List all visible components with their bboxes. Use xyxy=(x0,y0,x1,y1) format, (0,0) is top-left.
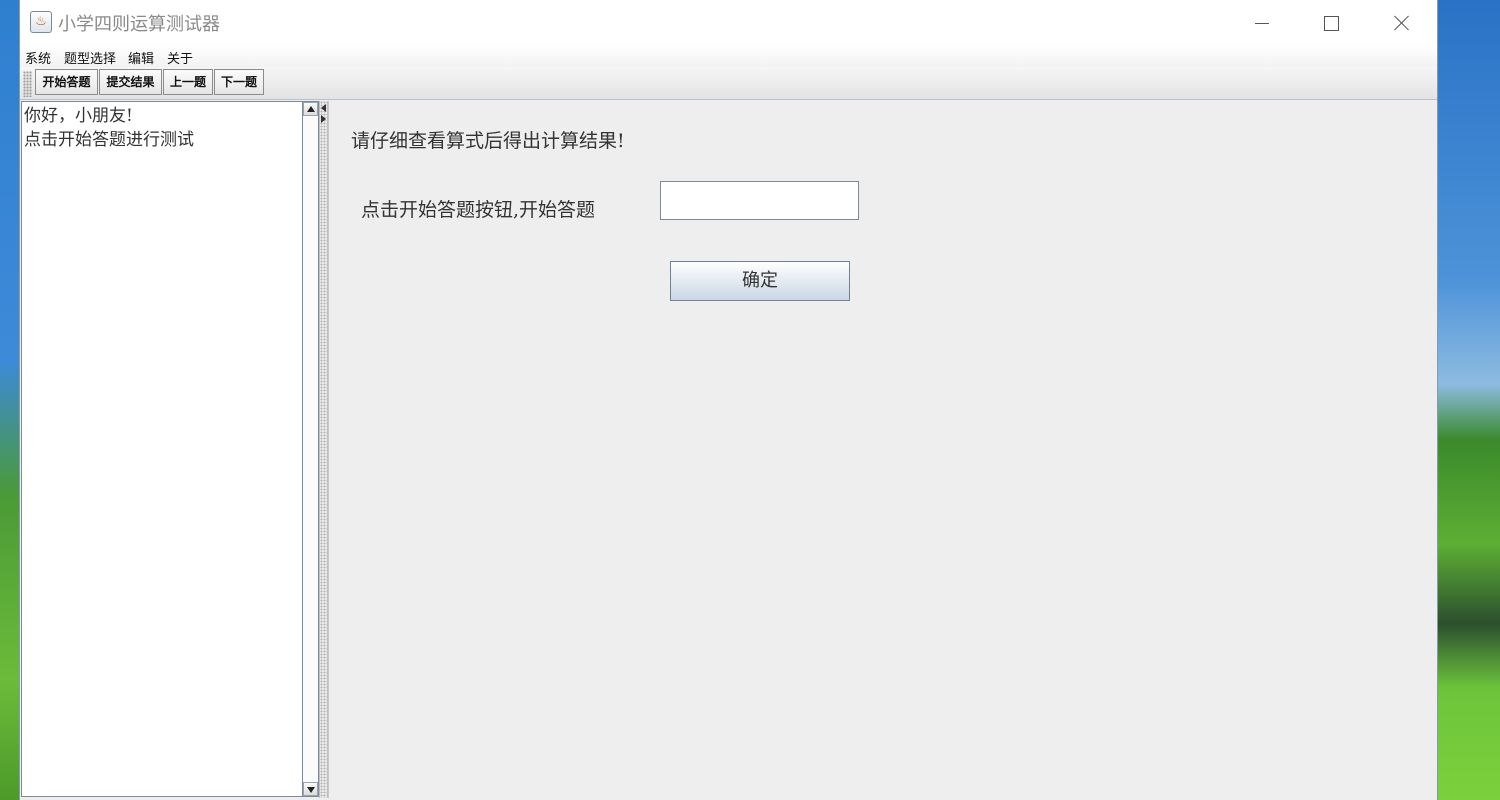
answer-input[interactable] xyxy=(660,181,859,220)
app-window: ♨ 小学四则运算测试器 系统 题型选择 编辑 关于 开始答题 提交结果 上一题 … xyxy=(20,0,1437,800)
toolbar-grip[interactable] xyxy=(23,71,32,97)
desktop-background-right xyxy=(1437,0,1500,800)
start-answer-button[interactable]: 开始答题 xyxy=(35,69,98,95)
collapse-right-icon[interactable] xyxy=(321,115,326,123)
confirm-button[interactable]: 确定 xyxy=(670,261,850,301)
maximize-icon xyxy=(1323,15,1339,31)
next-question-button[interactable]: 下一题 xyxy=(214,69,264,95)
window-title: 小学四则运算测试器 xyxy=(58,14,220,35)
menu-edit[interactable]: 编辑 xyxy=(128,48,154,67)
minimize-button[interactable] xyxy=(1239,0,1285,45)
close-icon xyxy=(1394,15,1410,31)
instruction-heading: 请仔细查看算式后得出计算结果! xyxy=(351,130,625,152)
java-cup-icon: ♨ xyxy=(30,11,52,33)
collapse-left-icon[interactable] xyxy=(321,104,326,112)
close-button[interactable] xyxy=(1379,0,1425,45)
scroll-track[interactable] xyxy=(303,116,318,782)
question-prompt: 点击开始答题按钮,开始答题 xyxy=(361,199,596,221)
scroll-down-button[interactable] xyxy=(303,782,318,796)
submit-result-button[interactable]: 提交结果 xyxy=(99,69,162,95)
title-bar[interactable]: ♨ 小学四则运算测试器 xyxy=(20,0,1437,45)
split-pane-divider[interactable] xyxy=(319,101,328,798)
menu-system[interactable]: 系统 xyxy=(25,48,51,67)
message-lines: 你好，小朋友! 点击开始答题进行测试 xyxy=(24,104,194,152)
question-panel: 请仔细查看算式后得出计算结果! 点击开始答题按钮,开始答题 确定 xyxy=(328,101,1437,798)
arrow-up-icon xyxy=(307,106,315,112)
toolbar: 开始答题 提交结果 上一题 下一题 xyxy=(20,67,1437,100)
previous-question-button[interactable]: 上一题 xyxy=(163,69,213,95)
greeting-line: 你好，小朋友! xyxy=(24,106,133,126)
menu-about[interactable]: 关于 xyxy=(167,48,193,67)
vertical-scrollbar[interactable] xyxy=(303,101,319,797)
menu-bar: 系统 题型选择 编辑 关于 xyxy=(20,45,1437,67)
instruction-line: 点击开始答题进行测试 xyxy=(24,130,194,150)
menu-question-type[interactable]: 题型选择 xyxy=(64,48,116,67)
message-text-area[interactable]: 你好，小朋友! 点击开始答题进行测试 xyxy=(21,101,303,797)
maximize-button[interactable] xyxy=(1308,0,1354,45)
scroll-up-button[interactable] xyxy=(303,102,318,116)
arrow-down-icon xyxy=(307,787,315,793)
minimize-icon xyxy=(1255,22,1269,24)
desktop-background-left xyxy=(0,0,20,800)
